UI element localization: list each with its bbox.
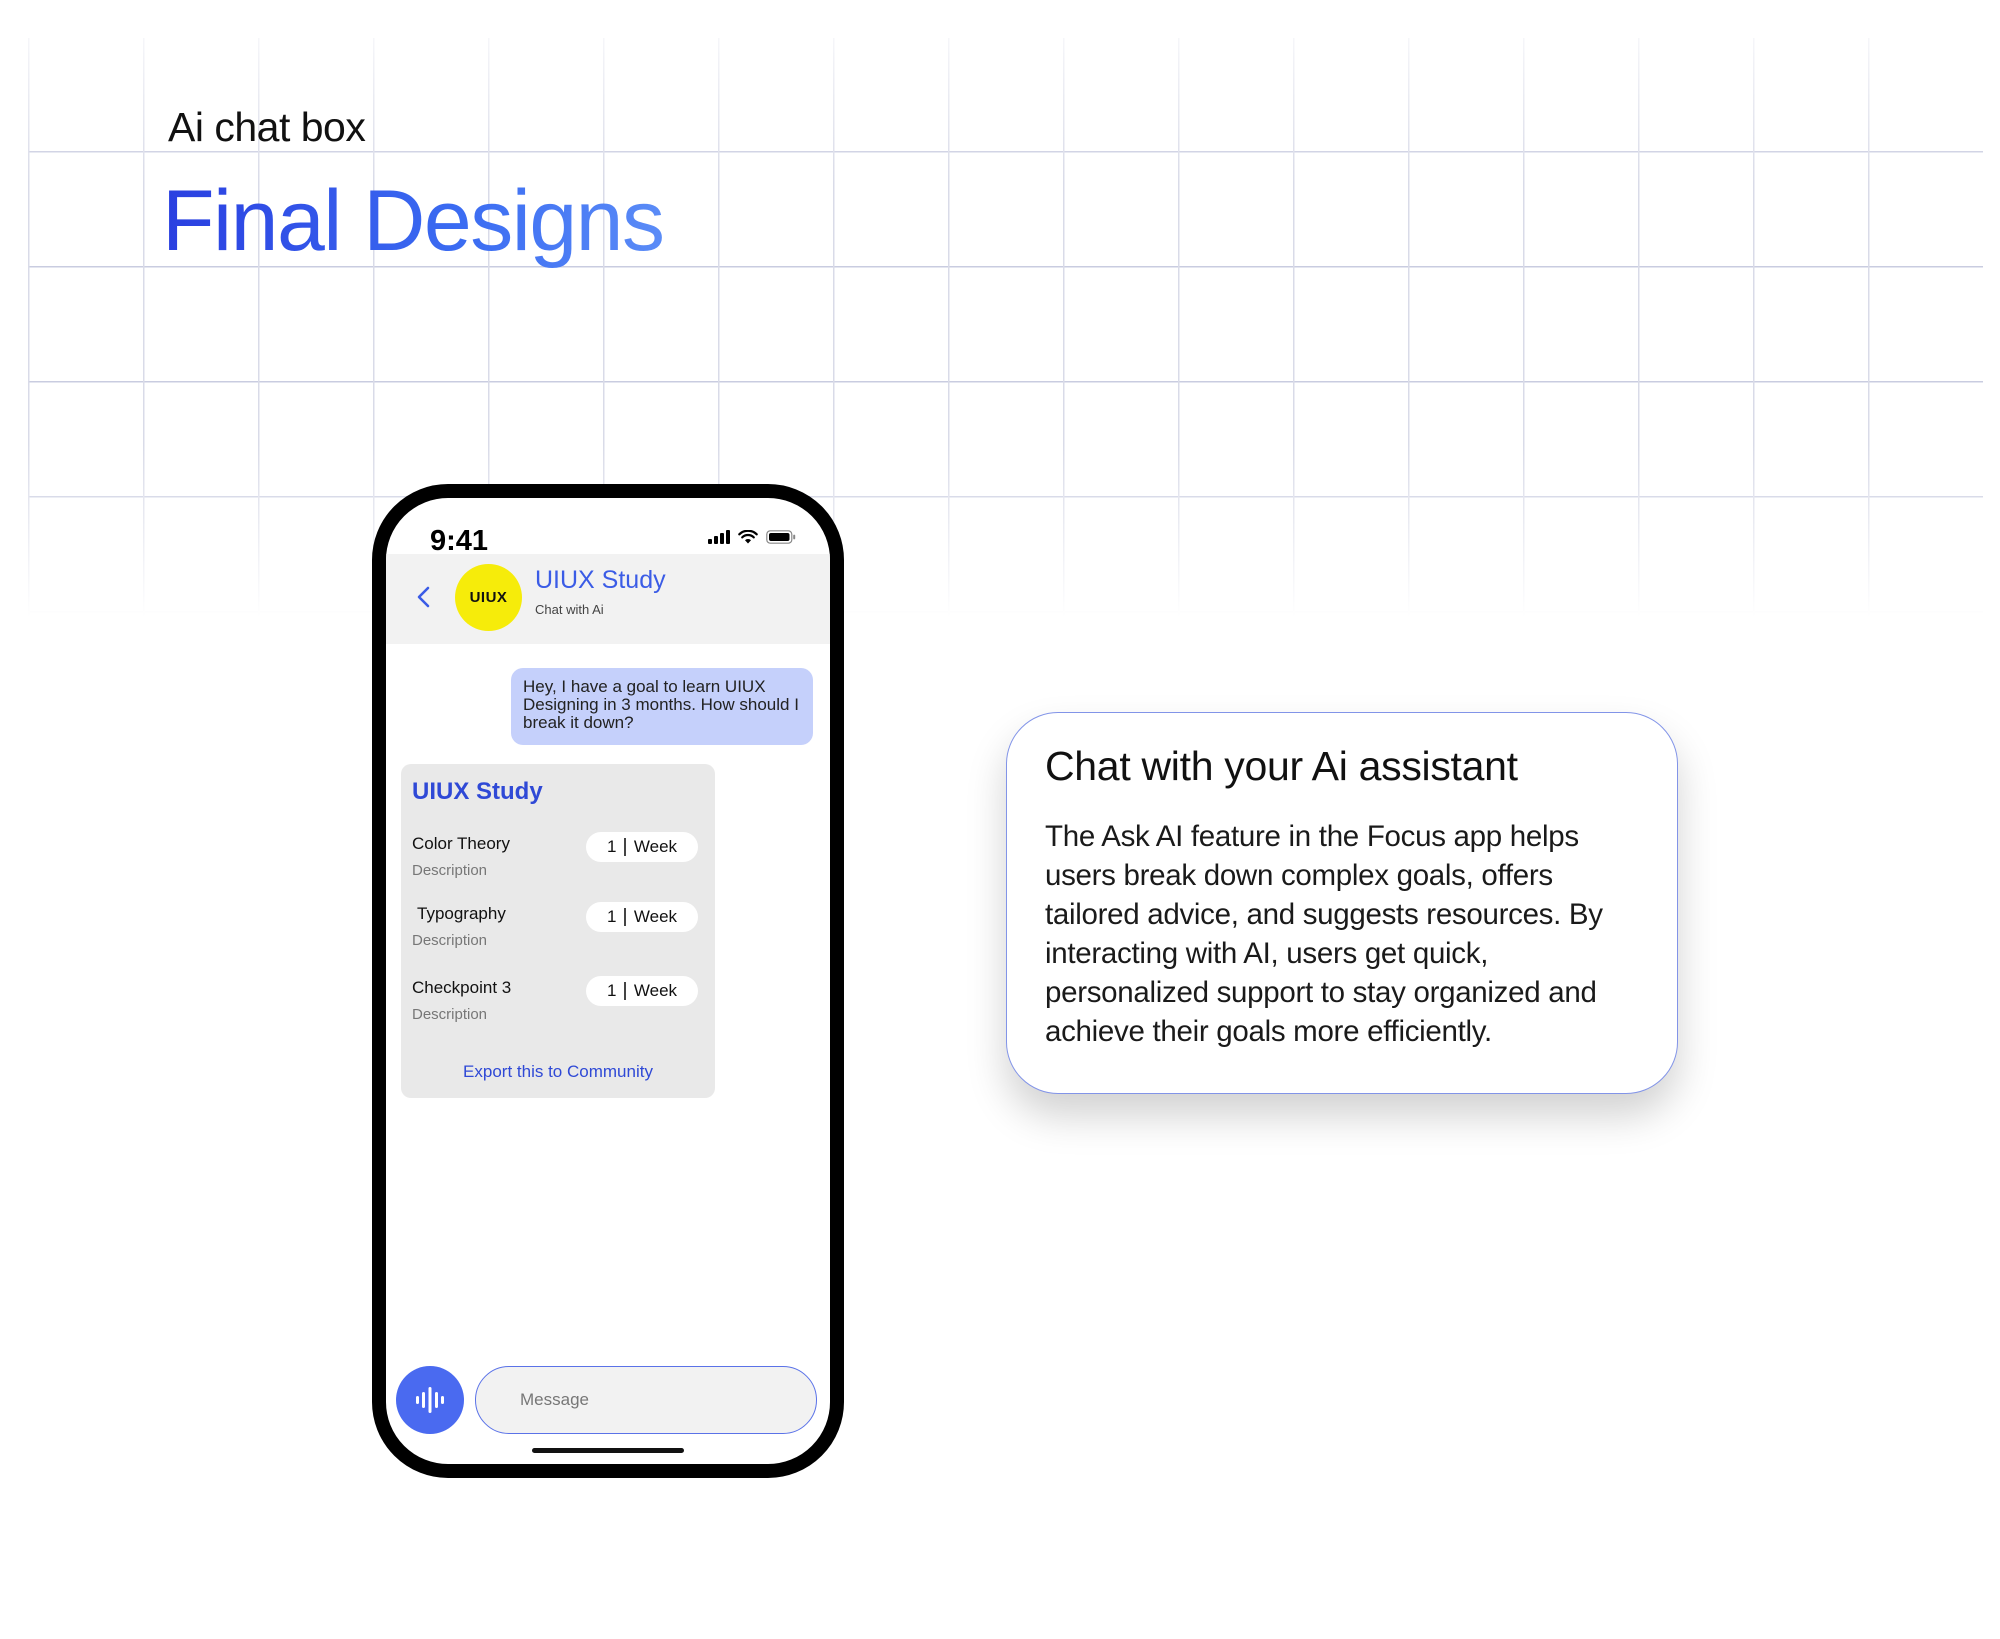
wifi-icon xyxy=(738,530,758,544)
plan-row-description: Description xyxy=(412,862,488,879)
chevron-left-icon xyxy=(417,586,430,608)
chat-subtitle: Chat with Ai xyxy=(535,602,604,617)
ai-card-title: UIUX Study xyxy=(412,778,543,805)
avatar: UIUX xyxy=(455,564,522,631)
feature-title: Chat with your Ai assistant xyxy=(1045,743,1518,789)
plan-row-label: Color Theory xyxy=(412,834,510,853)
plan-row-label: Checkpoint 3 xyxy=(412,978,512,997)
plan-row-description: Description xyxy=(412,1006,488,1023)
back-button[interactable] xyxy=(412,582,436,612)
page-title: Final Designs xyxy=(162,173,665,269)
divider xyxy=(624,982,626,1000)
status-icons xyxy=(708,530,796,544)
plan-row-label: Typography xyxy=(417,904,506,923)
ai-response-card: UIUX Study Color Theory Description 1 We… xyxy=(401,764,715,1098)
divider xyxy=(624,838,626,856)
user-message-bubble: Hey, I have a goal to learn UIUX Designi… xyxy=(511,668,813,745)
chat-title: UIUX Study xyxy=(535,566,666,594)
export-to-community-link[interactable]: Export this to Community xyxy=(401,1062,715,1082)
duration-count: 1 xyxy=(606,981,617,1000)
page-subtitle: Ai chat box xyxy=(168,104,366,150)
duration-count: 1 xyxy=(606,837,617,856)
duration-selector[interactable]: 1 Week xyxy=(586,976,698,1006)
plan-row: Color Theory Description 1 Week xyxy=(412,832,704,892)
phone-mockup: 9:41 UIUX UIUX Study Chat with Ai Hey, I… xyxy=(372,484,844,1478)
plan-row: Typography Description 1 Week xyxy=(412,902,704,962)
signal-icon xyxy=(708,530,730,544)
duration-unit: Week xyxy=(633,907,678,926)
duration-selector[interactable]: 1 Week xyxy=(586,832,698,862)
feature-body: The Ask AI feature in the Focus app help… xyxy=(1045,820,1603,1048)
plan-row-description: Description xyxy=(412,932,488,949)
phone-screen: 9:41 UIUX UIUX Study Chat with Ai Hey, I… xyxy=(386,498,830,1464)
home-indicator xyxy=(532,1448,684,1453)
voice-wave-icon xyxy=(416,1387,444,1413)
battery-icon xyxy=(766,530,796,544)
duration-selector[interactable]: 1 Week xyxy=(586,902,698,932)
chat-header: UIUX UIUX Study Chat with Ai xyxy=(386,554,830,644)
message-input[interactable] xyxy=(475,1366,817,1434)
feature-description-card: Chat with your Ai assistant The Ask AI f… xyxy=(1006,712,1678,1094)
duration-count: 1 xyxy=(606,907,617,926)
voice-input-button[interactable] xyxy=(396,1366,464,1434)
divider xyxy=(624,908,626,926)
plan-row: Checkpoint 3 Description 1 Week xyxy=(412,976,704,1036)
duration-unit: Week xyxy=(633,981,678,1000)
duration-unit: Week xyxy=(633,837,678,856)
